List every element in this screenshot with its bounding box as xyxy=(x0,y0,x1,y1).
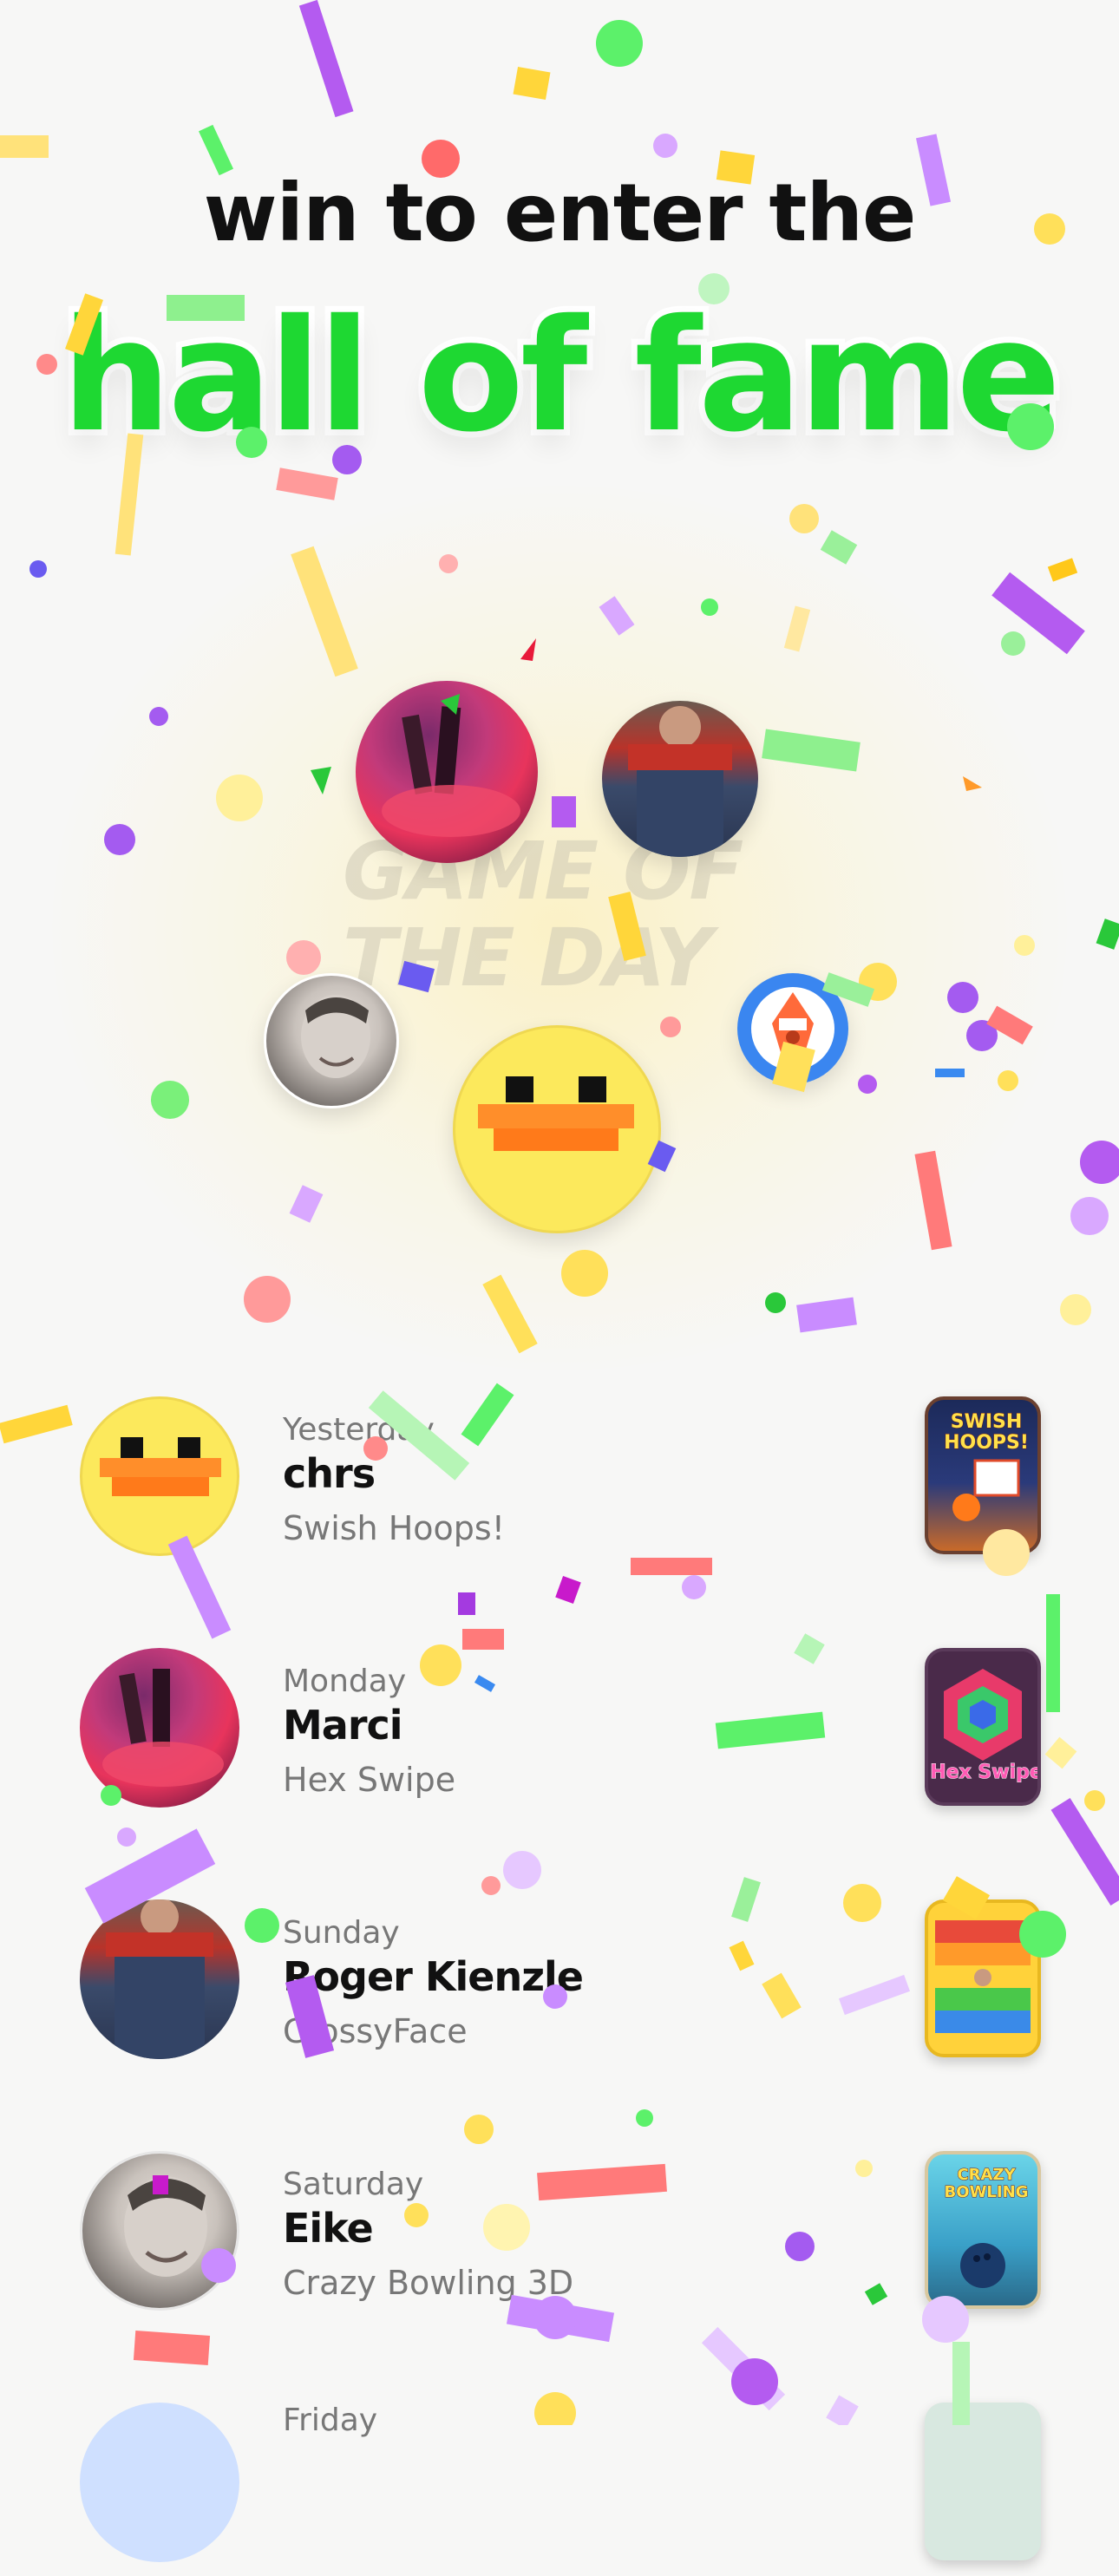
confetti-overlay xyxy=(0,0,1119,2425)
game-thumbnail-partial[interactable] xyxy=(925,2403,1041,2560)
row-avatar-partial xyxy=(80,2403,239,2562)
list-item[interactable]: Friday xyxy=(0,2403,1119,2576)
